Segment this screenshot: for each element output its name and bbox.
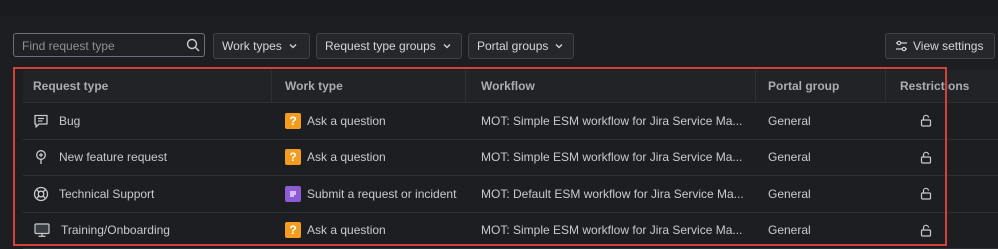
work-type-name: Ask a question [307,113,386,128]
monitor-icon [34,223,50,238]
unlocked-lock-icon[interactable] [920,187,932,200]
table-row[interactable]: Training/Onboarding ? Ask a question MOT… [23,213,998,249]
request-type-name[interactable]: Technical Support [59,187,154,201]
chevron-down-icon [443,44,451,49]
workflow-cell[interactable]: MOT: Simple ESM workflow for Jira Servic… [481,213,761,249]
portal-groups-dropdown[interactable]: Portal groups [468,33,574,59]
work-type-cell: Submit a request or incident [285,176,475,212]
question-icon: ? [285,222,301,239]
request-types-table: Request type Work type Workflow Portal g… [23,70,998,249]
request-type-name[interactable]: Bug [59,114,80,128]
portal-group-cell: General [768,113,811,128]
column-header-work-type[interactable]: Work type [285,70,475,102]
table-row[interactable]: Bug ? Ask a question MOT: Simple ESM wor… [23,103,998,140]
workflow-cell[interactable]: MOT: Simple ESM workflow for Jira Servic… [481,103,761,139]
portal-group-cell: General [768,150,811,165]
search-icon[interactable] [186,38,200,52]
request-type-name[interactable]: Training/Onboarding [61,223,170,237]
table-header-row: Request type Work type Workflow Portal g… [23,70,998,103]
request-type-groups-label: Request type groups [325,39,436,53]
column-header-portal-group[interactable]: Portal group [768,70,888,102]
column-header-request-type[interactable]: Request type [33,70,273,102]
work-type-cell: ? Ask a question [285,103,475,139]
work-types-label: Work types [222,39,282,53]
portal-group-cell: General [768,186,811,201]
list-icon [285,185,301,202]
portal-group-cell: General [768,223,811,238]
unlocked-lock-icon[interactable] [920,114,932,127]
top-band [0,0,998,16]
portal-groups-label: Portal groups [477,39,549,53]
restrictions-cell [900,103,990,139]
table-row[interactable]: Technical Support Submit a request or in… [23,176,998,213]
work-type-cell: ? Ask a question [285,213,475,249]
chevron-down-icon [555,44,563,49]
column-header-restrictions[interactable]: Restrictions [900,70,990,102]
request-type-cell: Bug [33,103,273,139]
chevron-down-icon [289,44,297,49]
request-type-name[interactable]: New feature request [59,150,167,164]
search-box[interactable] [13,33,205,57]
work-type-cell: ? Ask a question [285,140,475,176]
settings-sliders-icon [896,40,907,52]
restrictions-cell [900,140,990,176]
lifebuoy-icon [33,186,49,201]
toolbar: Work types Request type groups Portal gr… [13,33,998,59]
chat-bubble-icon [34,114,48,128]
question-icon: ? [285,112,301,129]
view-settings-label: View settings [913,39,984,53]
workflow-cell[interactable]: MOT: Default ESM workflow for Jira Servi… [481,176,761,212]
restrictions-cell [900,176,990,212]
work-type-name: Ask a question [307,150,386,165]
request-type-cell: New feature request [33,140,273,176]
unlocked-lock-icon[interactable] [920,224,932,237]
request-type-cell: Training/Onboarding [33,213,273,249]
unlocked-lock-icon[interactable] [920,151,932,164]
table-row[interactable]: New feature request ? Ask a question MOT… [23,140,998,176]
column-divider [271,70,272,102]
column-divider [465,70,466,102]
question-icon: ? [285,149,301,166]
work-type-name: Ask a question [307,223,386,238]
restrictions-cell [900,213,990,249]
column-header-workflow[interactable]: Workflow [481,70,761,102]
column-divider [885,70,886,102]
work-types-dropdown[interactable]: Work types [213,33,310,59]
column-divider [755,70,756,102]
work-type-name: Submit a request or incident [307,186,457,201]
search-input[interactable] [20,36,184,56]
lightbulb-icon [36,150,46,165]
request-type-groups-dropdown[interactable]: Request type groups [316,33,462,59]
view-settings-button[interactable]: View settings [885,33,995,59]
request-type-cell: Technical Support [33,176,273,212]
workflow-cell[interactable]: MOT: Simple ESM workflow for Jira Servic… [481,140,761,176]
